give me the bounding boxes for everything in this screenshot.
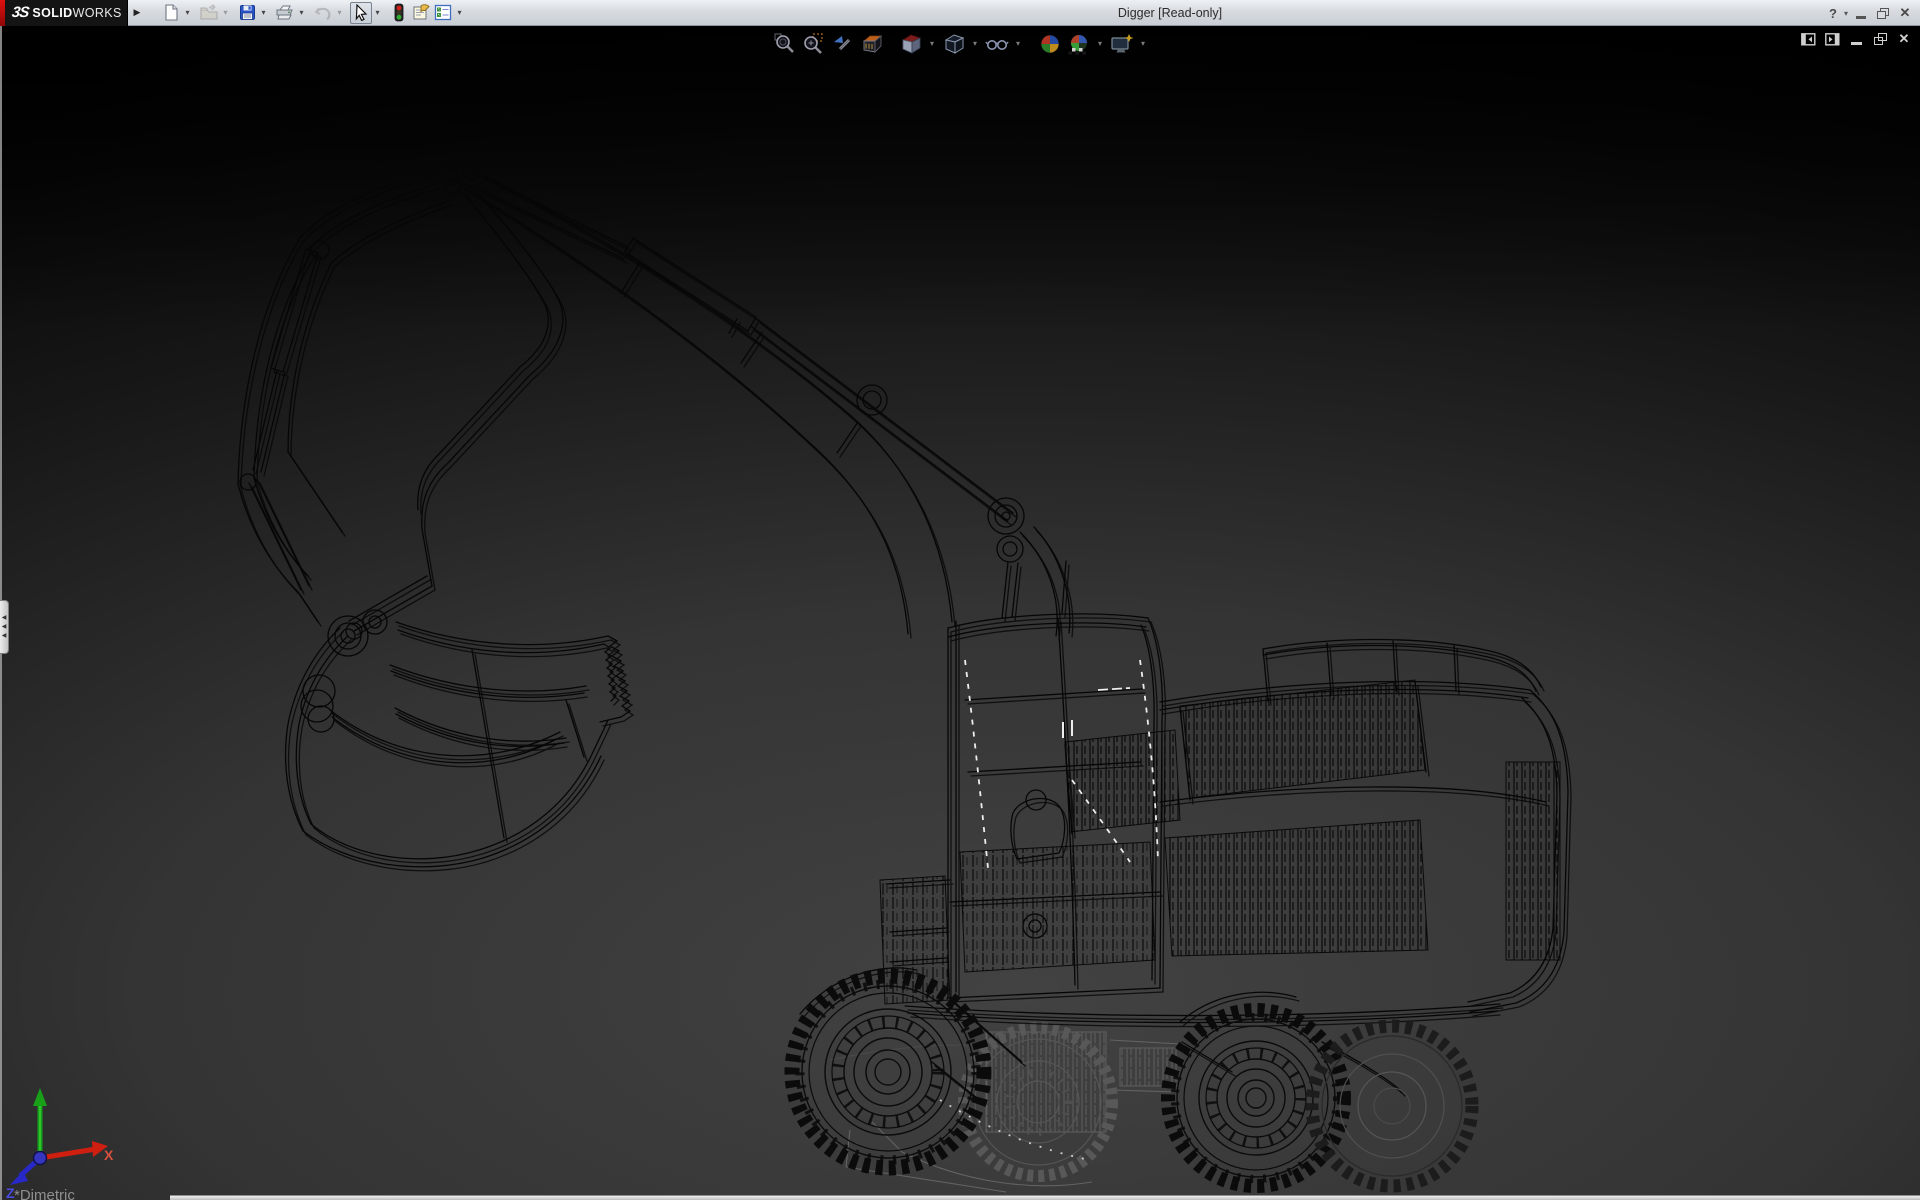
options-button[interactable]	[432, 2, 454, 24]
heads-up-view-toolbar: ▾ ▾ ▾	[772, 31, 1148, 56]
app-title-bar: 3S SOLIDWORKS ▶ ▾ ▾	[0, 0, 1920, 26]
display-style-button[interactable]	[941, 31, 966, 56]
file-properties-button[interactable]	[410, 2, 432, 24]
brand-name-bold: SOLID	[32, 6, 72, 20]
front-near-wheel	[792, 976, 984, 1168]
help-dropdown[interactable]: ▾	[1844, 9, 1848, 18]
save-button[interactable]	[236, 2, 258, 24]
restore-button[interactable]	[1874, 3, 1892, 23]
display-style-icon	[943, 33, 965, 55]
collapse-arrow-icon: ◀	[2, 624, 7, 630]
save-floppy-icon	[239, 4, 256, 21]
view-orientation-dropdown[interactable]: ▾	[927, 39, 937, 48]
help-button[interactable]: ?	[1824, 3, 1842, 23]
undo-button[interactable]	[312, 2, 334, 24]
select-tool-button[interactable]	[350, 2, 372, 24]
zoom-to-area-icon	[803, 33, 825, 55]
collapse-arrow-icon: ◀	[2, 615, 7, 621]
print-button[interactable]	[274, 2, 296, 24]
excavator-wireframe-edges	[238, 163, 1568, 1102]
open-button[interactable]	[198, 2, 220, 24]
previous-view-icon	[832, 33, 854, 55]
select-tool-dropdown[interactable]: ▾	[372, 8, 383, 17]
previous-view-button[interactable]	[830, 31, 855, 56]
engine-grille-panels	[880, 680, 1560, 1004]
show-right-pane-icon	[1825, 33, 1840, 46]
file-properties-icon	[412, 4, 431, 21]
reference-triad: X Z	[6, 1088, 114, 1200]
minimize-button[interactable]	[1852, 3, 1870, 23]
apply-scene-dropdown[interactable]: ▾	[1095, 39, 1105, 48]
app-window-controls: ? ▾ ✕	[1824, 0, 1914, 26]
new-document-dropdown[interactable]: ▾	[182, 8, 193, 17]
document-restore-icon	[1874, 33, 1887, 45]
save-dropdown[interactable]: ▾	[258, 8, 269, 17]
display-style-dropdown[interactable]: ▾	[970, 39, 980, 48]
open-dropdown[interactable]: ▾	[220, 8, 231, 17]
triad-origin	[34, 1152, 47, 1165]
document-restore-button[interactable]	[1872, 30, 1888, 48]
select-cursor-icon	[354, 4, 369, 21]
joint-circles	[240, 154, 1047, 938]
hide-show-items-dropdown[interactable]: ▾	[1013, 39, 1023, 48]
minimize-icon	[1856, 16, 1866, 19]
new-document-icon	[163, 4, 180, 21]
status-bar-edge	[170, 1195, 1920, 1200]
view-settings-icon	[1110, 33, 1134, 55]
menu-flyout-arrow-icon[interactable]: ▶	[130, 2, 144, 24]
document-window-controls: ✕	[1800, 30, 1912, 48]
restore-icon	[1877, 8, 1889, 19]
zoom-to-fit-icon	[774, 33, 796, 55]
options-dropdown[interactable]: ▾	[454, 8, 465, 17]
view-orientation-icon	[900, 33, 922, 55]
close-button[interactable]: ✕	[1896, 3, 1914, 23]
view-orientation-label: *Dimetric	[14, 1187, 75, 1200]
traffic-light-icon	[394, 3, 404, 22]
view-settings-dropdown[interactable]: ▾	[1138, 39, 1148, 48]
collapse-arrow-icon: ◀	[2, 633, 7, 639]
section-view-button[interactable]	[859, 31, 884, 56]
open-folder-icon	[200, 4, 218, 21]
undo-arrow-icon	[314, 4, 332, 21]
logo-mark: 3S	[11, 4, 30, 21]
new-document-button[interactable]	[160, 2, 182, 24]
logo-red-accent	[0, 0, 5, 26]
printer-icon	[276, 4, 294, 21]
view-orientation-button[interactable]	[898, 31, 923, 56]
triad-x-label: X	[104, 1147, 114, 1163]
apply-scene-button[interactable]	[1066, 31, 1091, 56]
section-view-icon	[861, 33, 883, 55]
zoom-to-area-button[interactable]	[801, 31, 826, 56]
edit-appearance-icon	[1039, 33, 1061, 55]
far-rear-wheel	[1312, 1026, 1472, 1186]
print-dropdown[interactable]: ▾	[296, 8, 307, 17]
model-canvas[interactable]: X Z	[0, 26, 1920, 1200]
solidworks-logo: 3S SOLIDWORKS	[0, 0, 128, 26]
document-title: Digger [Read-only]	[500, 0, 1840, 26]
edit-appearance-button[interactable]	[1037, 31, 1062, 56]
hide-show-items-button[interactable]	[984, 31, 1009, 56]
brand-name-light: WORKS	[73, 6, 122, 20]
show-left-pane-button[interactable]	[1800, 30, 1816, 48]
rebuild-button[interactable]	[388, 2, 410, 24]
undo-dropdown[interactable]: ▾	[334, 8, 345, 17]
document-minimize-button[interactable]	[1848, 30, 1864, 48]
apply-scene-icon	[1068, 33, 1090, 55]
document-close-button[interactable]: ✕	[1896, 30, 1912, 48]
main-toolbar: ▾ ▾ ▾	[160, 2, 470, 24]
show-right-pane-button[interactable]	[1824, 30, 1840, 48]
zoom-to-fit-button[interactable]	[772, 31, 797, 56]
options-checklist-icon	[434, 4, 452, 21]
rear-near-wheel	[1168, 1010, 1344, 1186]
view-settings-button[interactable]	[1109, 31, 1134, 56]
show-left-pane-icon	[1801, 33, 1816, 46]
triad-x-axis	[40, 1149, 96, 1158]
hide-show-items-eyeglasses-icon	[985, 33, 1009, 55]
feature-tree-splitter-handle[interactable]: ◀ ◀ ◀	[0, 600, 9, 654]
graphics-viewport[interactable]: ▾ ▾ ▾	[0, 26, 1920, 1200]
document-minimize-icon	[1851, 42, 1862, 45]
